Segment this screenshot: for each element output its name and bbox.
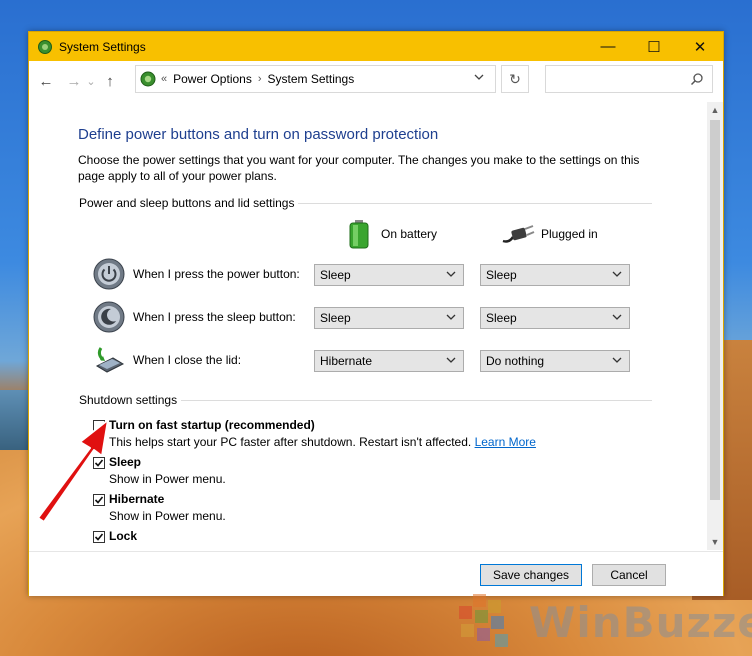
lid-close-row: When I close the lid: bbox=[93, 343, 241, 377]
sleep-button-plugged-value: Sleep bbox=[486, 311, 517, 325]
chevron-down-icon bbox=[446, 271, 456, 277]
breadcrumb-power-options[interactable]: Power Options bbox=[173, 72, 252, 86]
red-arrow-annotation bbox=[37, 419, 109, 523]
scroll-down-icon[interactable]: ▼ bbox=[707, 534, 723, 550]
fast-startup-option[interactable]: Turn on fast startup (recommended) bbox=[93, 418, 315, 432]
power-button-label: When I press the power button: bbox=[133, 267, 300, 281]
lock-option[interactable]: Lock bbox=[93, 529, 137, 543]
column-on-battery-label: On battery bbox=[381, 227, 438, 241]
battery-icon bbox=[349, 220, 369, 249]
lid-close-plugged-select[interactable]: Do nothing bbox=[480, 350, 630, 372]
column-on-battery: On battery bbox=[347, 219, 437, 249]
sleep-button-battery-select[interactable]: Sleep bbox=[314, 307, 464, 329]
scrollbar-thumb[interactable] bbox=[710, 120, 720, 500]
breadcrumb-overflow[interactable]: « bbox=[161, 73, 167, 85]
power-options-icon bbox=[38, 39, 52, 54]
power-button-battery-select[interactable]: Sleep bbox=[314, 264, 464, 286]
cancel-button[interactable]: Cancel bbox=[592, 564, 666, 586]
lid-close-battery-select[interactable]: Hibernate bbox=[314, 350, 464, 372]
chevron-down-icon bbox=[612, 357, 622, 363]
control-panel-icon bbox=[140, 71, 156, 87]
scroll-up-icon[interactable]: ▲ bbox=[707, 102, 723, 118]
sleep-button-plugged-select[interactable]: Sleep bbox=[480, 307, 630, 329]
sleep-button-battery-value: Sleep bbox=[320, 311, 351, 325]
recent-locations-button[interactable]: ⌄ bbox=[85, 69, 97, 93]
shutdown-group-title: Shutdown settings bbox=[79, 393, 182, 407]
chevron-down-icon bbox=[612, 271, 622, 277]
up-button[interactable]: ↑ bbox=[99, 69, 121, 93]
watermark-text: WinBuzzer bbox=[529, 597, 752, 647]
fast-startup-label[interactable]: Turn on fast startup (recommended) bbox=[109, 418, 315, 432]
lid-close-label: When I close the lid: bbox=[133, 353, 242, 367]
chevron-down-icon bbox=[612, 314, 622, 320]
fast-startup-description: This helps start your PC faster after sh… bbox=[109, 435, 536, 449]
buttons-group-title: Power and sleep buttons and lid settings bbox=[79, 196, 299, 210]
minimize-button[interactable]: — bbox=[585, 32, 631, 61]
power-button-icon bbox=[93, 258, 125, 290]
power-plug-icon bbox=[502, 225, 535, 243]
system-settings-window: System Settings — ☐ ✕ ← → ⌄ ↑ « Power Op… bbox=[28, 31, 724, 596]
page-title: Define power buttons and turn on passwor… bbox=[78, 126, 439, 143]
search-icon bbox=[690, 73, 703, 86]
laptop-lid-icon bbox=[95, 347, 125, 373]
checkmark-icon bbox=[94, 533, 104, 541]
lock-label[interactable]: Lock bbox=[109, 529, 137, 543]
back-button[interactable]: ← bbox=[35, 69, 57, 93]
breadcrumb-separator[interactable]: › bbox=[258, 73, 262, 85]
fast-startup-help-text: This helps start your PC faster after sh… bbox=[109, 435, 472, 449]
chevron-down-icon bbox=[446, 357, 456, 363]
breadcrumb-system-settings[interactable]: System Settings bbox=[268, 72, 355, 86]
close-button[interactable]: ✕ bbox=[677, 32, 723, 61]
lid-close-battery-value: Hibernate bbox=[320, 354, 373, 368]
chevron-down-icon[interactable] bbox=[473, 71, 485, 83]
title-bar[interactable]: System Settings — ☐ ✕ bbox=[29, 32, 723, 61]
vertical-scrollbar[interactable]: ▲ ▼ bbox=[707, 102, 723, 550]
column-plugged-in-label: Plugged in bbox=[541, 227, 598, 241]
footer-bar: Save changes Cancel bbox=[29, 551, 723, 596]
power-button-row: When I press the power button: bbox=[93, 257, 300, 291]
forward-button[interactable]: → bbox=[63, 69, 85, 93]
column-plugged-in: Plugged in bbox=[501, 223, 598, 245]
power-button-plugged-value: Sleep bbox=[486, 268, 517, 282]
search-input[interactable] bbox=[545, 65, 713, 93]
content-pane: Define power buttons and turn on passwor… bbox=[29, 102, 707, 550]
navigation-bar: ← → ⌄ ↑ « Power Options › System Setting… bbox=[29, 61, 723, 102]
hibernate-description: Show in Power menu. bbox=[109, 509, 226, 523]
sleep-button-row: When I press the sleep button: bbox=[93, 300, 296, 334]
maximize-button[interactable]: ☐ bbox=[631, 32, 677, 61]
refresh-button[interactable]: ↻ bbox=[501, 65, 529, 93]
sleep-description: Show in Power menu. bbox=[109, 472, 226, 486]
sleep-button-icon bbox=[93, 301, 125, 333]
winbuzzer-logo-icon bbox=[455, 594, 519, 650]
page-description: Choose the power settings that you want … bbox=[78, 153, 640, 183]
power-button-plugged-select[interactable]: Sleep bbox=[480, 264, 630, 286]
winbuzzer-watermark: WinBuzzer bbox=[455, 594, 752, 650]
sleep-button-label: When I press the sleep button: bbox=[133, 310, 296, 324]
lock-checkbox[interactable] bbox=[93, 531, 105, 543]
lid-close-plugged-value: Do nothing bbox=[486, 354, 545, 368]
chevron-down-icon bbox=[446, 314, 456, 320]
window-title: System Settings bbox=[59, 39, 146, 54]
save-changes-button[interactable]: Save changes bbox=[480, 564, 582, 586]
address-bar[interactable]: « Power Options › System Settings bbox=[135, 65, 496, 93]
power-button-battery-value: Sleep bbox=[320, 268, 351, 282]
learn-more-link[interactable]: Learn More bbox=[475, 435, 536, 449]
